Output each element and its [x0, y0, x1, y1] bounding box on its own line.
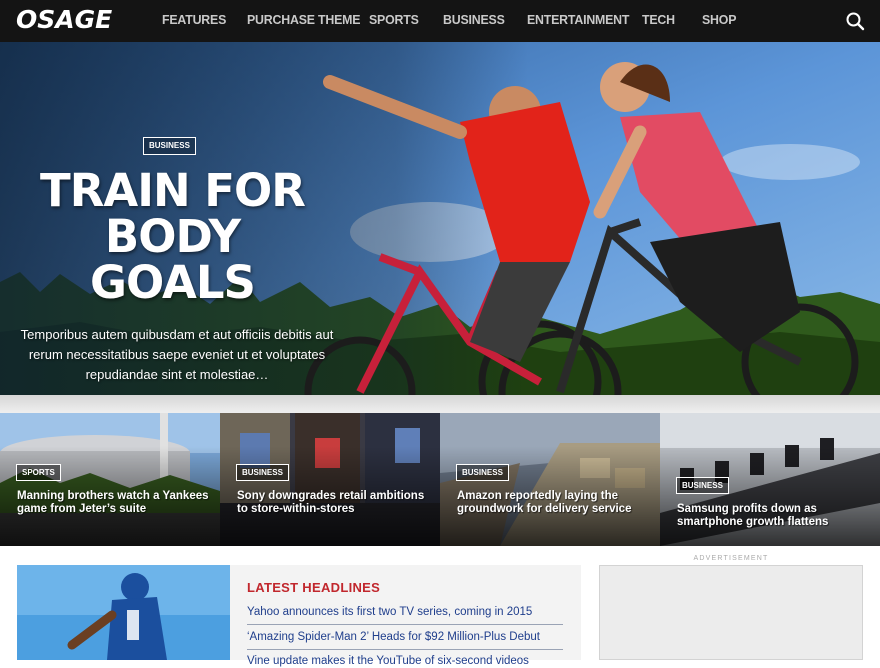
nav-item-purchase-theme[interactable]: PURCHASE THEME — [247, 0, 360, 42]
headline-divider — [247, 624, 563, 625]
hero-title[interactable]: TRAIN FOR BODY GOALS — [0, 168, 345, 306]
nav-item-sports[interactable]: SPORTS — [369, 0, 419, 42]
top-navigation: OSAGE FEATURES PURCHASE THEME SPORTS BUS… — [0, 0, 880, 42]
card-title[interactable]: Sony downgrades retail ambitions to stor… — [237, 490, 433, 516]
hero-title-line: BODY — [104, 210, 241, 263]
nav-item-shop[interactable]: SHOP — [702, 0, 736, 42]
news-card[interactable]: SPORTS Manning brothers watch a Yankees … — [0, 413, 220, 546]
card-category-badge[interactable]: BUSINESS — [676, 477, 729, 494]
hero-feature[interactable]: BUSINESS TRAIN FOR BODY GOALS Temporibus… — [0, 42, 880, 395]
headline-divider — [247, 649, 563, 650]
news-card[interactable]: BUSINESS Amazon reportedly laying the gr… — [440, 413, 660, 546]
hero-title-line: GOALS — [90, 256, 256, 309]
headline-link[interactable]: Yahoo announces its first two TV series,… — [247, 605, 563, 619]
hero-excerpt: Temporibus autem quibusdam et aut offici… — [20, 327, 334, 382]
nav-item-entertainment[interactable]: ENTERTAINMENT — [527, 0, 629, 42]
news-card[interactable]: BUSINESS Sony downgrades retail ambition… — [220, 413, 440, 546]
card-title[interactable]: Samsung profits down as smartphone growt… — [677, 503, 873, 529]
news-card[interactable]: BUSINESS Samsung profits down as smartph… — [660, 413, 880, 546]
card-title[interactable]: Manning brothers watch a Yankees game fr… — [17, 490, 213, 516]
headline-link[interactable]: ‘Amazing Spider-Man 2’ Heads for $92 Mil… — [247, 630, 563, 644]
headline-link[interactable]: Vine update makes it the YouTube of six-… — [247, 654, 563, 668]
card-category-badge[interactable]: BUSINESS — [456, 464, 509, 481]
card-title[interactable]: Amazon reportedly laying the groundwork … — [457, 490, 653, 516]
card-category-badge[interactable]: SPORTS — [16, 464, 61, 481]
advertisement-label: ADVERTISEMENT — [693, 555, 769, 562]
hero-category-badge[interactable]: BUSINESS — [143, 137, 196, 155]
card-category-badge[interactable]: BUSINESS — [236, 464, 289, 481]
section-divider — [0, 395, 880, 413]
feature-image-football[interactable] — [17, 565, 230, 660]
nav-item-business[interactable]: BUSINESS — [443, 0, 505, 42]
advertisement-box[interactable] — [599, 565, 863, 660]
hero-title-line: TRAIN FOR — [40, 164, 306, 217]
football-player-image — [17, 565, 230, 660]
nav-item-tech[interactable]: TECH — [642, 0, 675, 42]
nav-item-features[interactable]: FEATURES — [162, 0, 226, 42]
latest-headlines-panel: LATEST HEADLINES Yahoo announces its fir… — [230, 565, 581, 667]
site-logo[interactable]: OSAGE — [16, 6, 112, 34]
latest-headlines-title: LATEST HEADLINES — [247, 580, 381, 595]
search-icon[interactable] — [845, 11, 865, 31]
